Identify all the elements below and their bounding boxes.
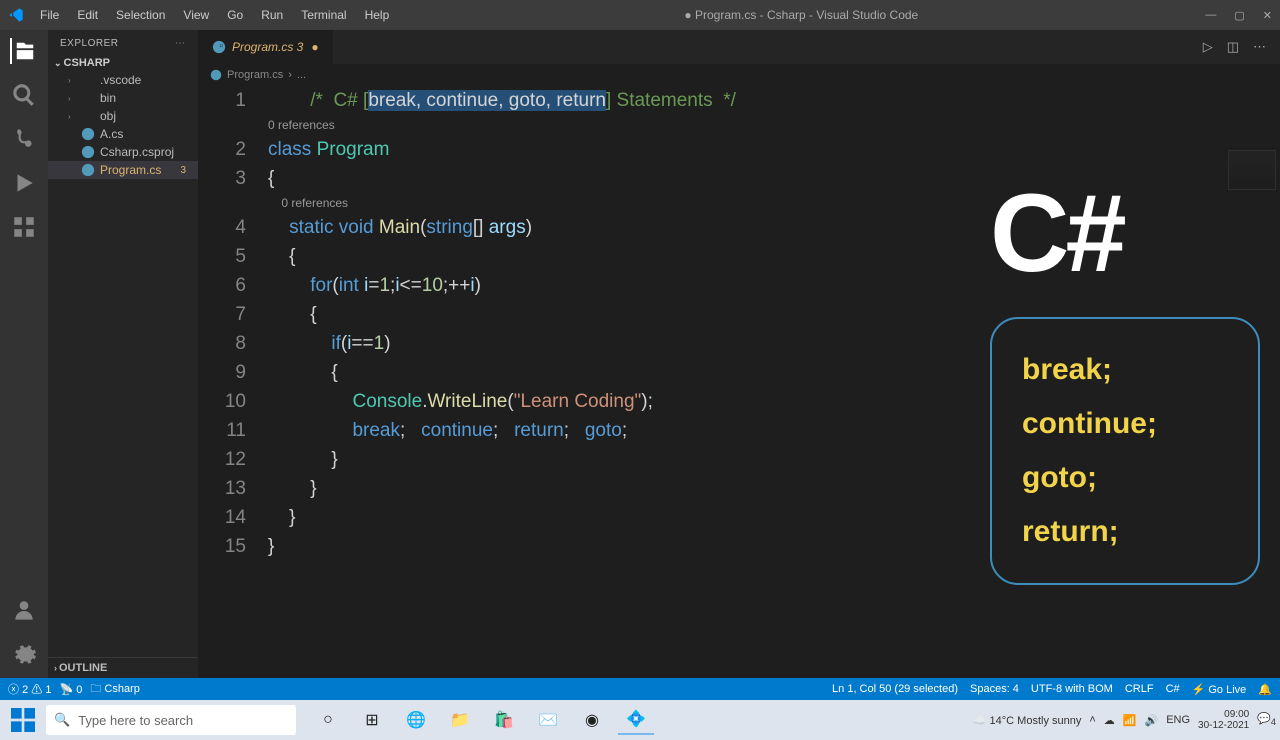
vscode-icon[interactable]: 💠 [618,705,654,735]
csharp-file-icon [210,69,222,81]
extensions-icon[interactable] [11,214,37,240]
more-actions-icon[interactable]: ⋯ [1253,39,1266,55]
status-bar: ⓧ 2 ⚠ 1 📡 0 🗀 Csharp Ln 1, Col 50 (29 se… [0,678,1280,700]
settings-icon[interactable] [11,642,37,668]
menu-file[interactable]: File [32,4,67,26]
search-icon[interactable] [11,82,37,108]
tree-item-program-cs[interactable]: Program.cs3 [48,161,198,179]
status-folder[interactable]: 🗀 Csharp [90,680,140,699]
search-icon: 🔍 [54,712,70,728]
activity-bar [0,30,48,678]
title-bar: File Edit Selection View Go Run Terminal… [0,0,1280,30]
status-ports[interactable]: 📡 0 [59,683,82,696]
edge-icon[interactable]: 🌐 [398,705,434,735]
tray-notifications-icon[interactable]: 💬4 [1257,712,1276,727]
status-language[interactable]: C# [1166,683,1180,695]
tray-chevron-icon[interactable]: ˄ [1089,714,1095,726]
tray-wifi-icon[interactable]: 📶 [1123,714,1137,727]
mail-icon[interactable]: ✉️ [530,705,566,735]
menu-run[interactable]: Run [253,4,291,26]
tree-item-obj[interactable]: ›obj [48,107,198,125]
tray-volume-icon[interactable]: 🔊 [1145,714,1159,727]
menu-selection[interactable]: Selection [108,4,173,26]
folder-header[interactable]: ⌄CSHARP [48,55,198,71]
unsaved-dot-icon: ● [311,40,318,54]
explorer-icon[interactable]: 📁 [442,705,478,735]
menu-view[interactable]: View [175,4,217,26]
code-editor[interactable]: 123456789101112131415 /* C# [break, cont… [198,86,1280,678]
accounts-icon[interactable] [11,598,37,624]
tab-bar: Program.cs 3 ● ▷ ◫ ⋯ [198,30,1280,64]
menu-bar: File Edit Selection View Go Run Terminal… [32,4,397,26]
menu-terminal[interactable]: Terminal [293,4,354,26]
minimap[interactable] [1228,150,1276,190]
tray-clock[interactable]: 09:0030-12-2021 [1198,709,1249,731]
explorer-sidebar: EXPLORER ⋯ ⌄CSHARP ›.vscode›bin›objA.csC… [48,30,198,678]
status-golive[interactable]: ⚡ Go Live [1192,683,1247,696]
file-tree: ›.vscode›bin›objA.csCsharp.csprojProgram… [48,71,198,179]
status-spaces[interactable]: Spaces: 4 [970,683,1019,695]
run-debug-icon[interactable] [11,170,37,196]
taskbar-search[interactable]: 🔍 Type here to search [46,705,296,735]
run-icon[interactable]: ▷ [1203,39,1213,55]
window-title: ● Program.cs - Csharp - Visual Studio Co… [397,8,1205,22]
chrome-icon[interactable]: ◉ [574,705,610,735]
menu-help[interactable]: Help [357,4,398,26]
explorer-title: EXPLORER [60,38,118,49]
breadcrumb[interactable]: Program.cs › ... [198,64,1280,86]
explorer-more-icon[interactable]: ⋯ [175,38,186,49]
tray-onedrive-icon[interactable]: ☁ [1104,714,1115,727]
maximize-icon[interactable]: ▢ [1234,9,1244,22]
editor-group: Program.cs 3 ● ▷ ◫ ⋯ Program.cs › ... 12… [198,30,1280,678]
split-editor-icon[interactable]: ◫ [1227,39,1239,55]
status-cursor[interactable]: Ln 1, Col 50 (29 selected) [832,683,958,695]
tree-item--vscode[interactable]: ›.vscode [48,71,198,89]
store-icon[interactable]: 🛍️ [486,705,522,735]
tab-program-cs[interactable]: Program.cs 3 ● [198,30,334,64]
close-icon[interactable]: ✕ [1263,9,1272,22]
line-gutter: 123456789101112131415 [198,86,268,678]
status-encoding[interactable]: UTF-8 with BOM [1031,683,1113,695]
status-errors[interactable]: ⓧ 2 ⚠ 1 [8,681,51,697]
minimize-icon[interactable]: — [1205,9,1216,22]
explorer-icon[interactable] [10,38,36,64]
cortana-icon[interactable]: ○ [310,705,346,735]
weather-widget[interactable]: ☁️ 14°C Mostly sunny [973,714,1082,727]
tree-item-bin[interactable]: ›bin [48,89,198,107]
csharp-file-icon [212,40,226,54]
vscode-logo-icon [8,7,24,23]
tray-language[interactable]: ENG [1166,714,1190,726]
source-control-icon[interactable] [11,126,37,152]
status-eol[interactable]: CRLF [1125,683,1154,695]
tree-item-csharp-csproj[interactable]: Csharp.csproj [48,143,198,161]
outline-header[interactable]: ›OUTLINE [48,657,198,678]
menu-edit[interactable]: Edit [69,4,106,26]
start-button[interactable] [4,704,42,736]
menu-go[interactable]: Go [219,4,251,26]
taskview-icon[interactable]: ⊞ [354,705,390,735]
windows-taskbar: 🔍 Type here to search ○ ⊞ 🌐 📁 🛍️ ✉️ ◉ 💠 … [0,700,1280,740]
tree-item-a-cs[interactable]: A.cs [48,125,198,143]
status-bell-icon[interactable]: 🔔 [1258,683,1272,696]
